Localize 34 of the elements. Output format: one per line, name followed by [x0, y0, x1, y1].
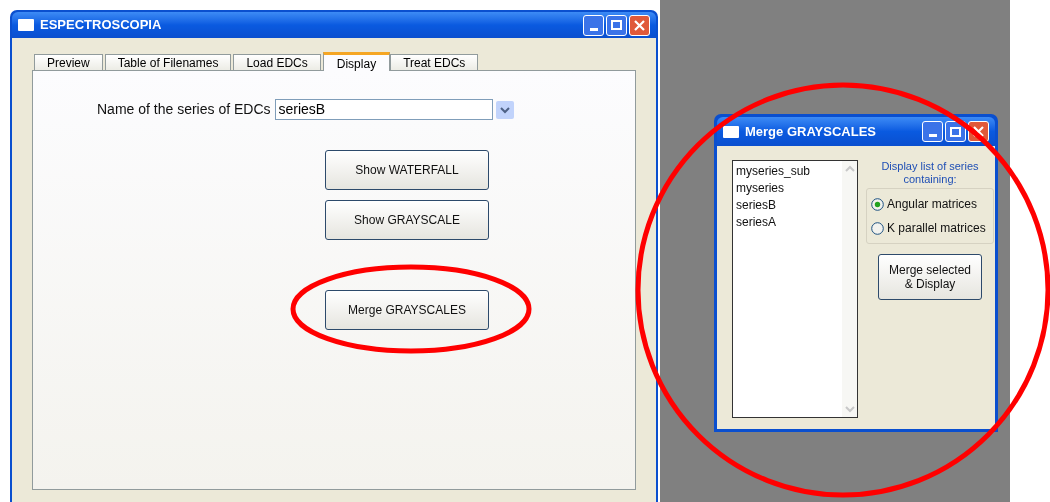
tab[interactable]: Treat EDCs — [390, 54, 479, 70]
minimize-button[interactable] — [583, 14, 604, 36]
minimize-icon — [928, 134, 937, 137]
list-item[interactable]: myseries — [736, 180, 842, 197]
chevron-down-icon — [843, 403, 856, 415]
close-icon — [634, 19, 645, 31]
action-button[interactable]: Show GRAYSCALE — [325, 200, 489, 240]
tab[interactable]: Display — [322, 52, 391, 71]
window-icon — [723, 125, 739, 138]
minimize-icon — [589, 27, 598, 31]
merge-display-button[interactable]: Merge selected & Display — [878, 254, 982, 300]
window-title: Merge GRAYSCALES — [745, 122, 876, 141]
maximize-icon — [950, 126, 961, 137]
tab[interactable]: Table of Filenames — [104, 54, 232, 70]
list-item[interactable]: seriesB — [736, 197, 842, 214]
radio-option[interactable]: Angular matrices — [871, 195, 989, 213]
close-icon — [973, 126, 984, 137]
radio-option[interactable]: K parallel matrices — [871, 219, 989, 237]
action-button[interactable]: Show WATERFALL — [325, 150, 489, 190]
tab[interactable]: Preview — [34, 54, 103, 70]
close-button[interactable] — [629, 14, 650, 36]
minimize-button[interactable] — [922, 121, 943, 142]
maximize-icon — [611, 20, 622, 30]
tab[interactable]: Load EDCs — [233, 54, 321, 70]
maximize-button[interactable] — [606, 14, 627, 36]
window-icon — [18, 19, 34, 31]
chevron-down-icon — [495, 100, 514, 119]
window-title: ESPECTROSCOPIA — [40, 16, 162, 35]
action-button[interactable]: Merge GRAYSCALES — [325, 290, 489, 330]
list-item[interactable]: seriesA — [736, 214, 842, 231]
list-item[interactable]: myseries_sub — [736, 163, 842, 180]
series-listbox[interactable]: myseries_sub myseries seriesB seriesA — [732, 160, 858, 418]
series-label: Name of the series of EDCs — [97, 100, 271, 119]
group-label: Display list of series containing: — [880, 160, 980, 186]
